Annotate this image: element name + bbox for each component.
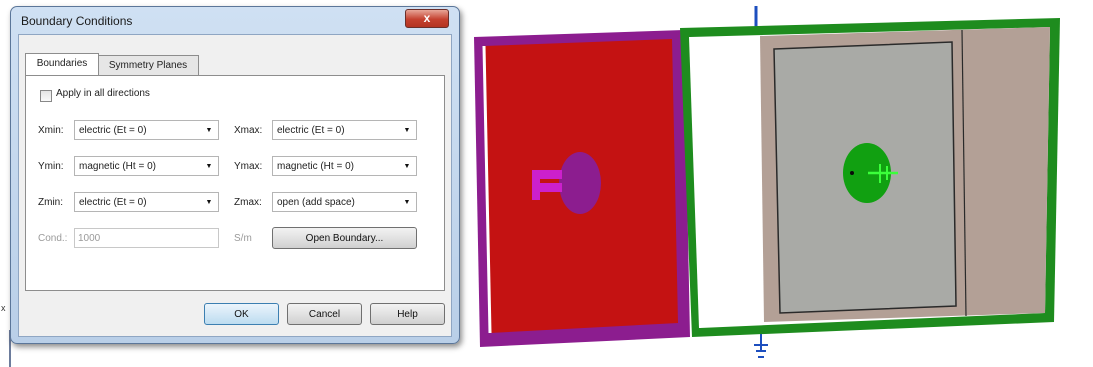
xmax-select[interactable]: electric (Et = 0) ▼ [272,120,417,140]
apply-all-directions-checkbox[interactable] [40,90,52,102]
chevron-down-icon: ▼ [205,163,213,170]
3d-model-view[interactable] [470,0,1093,367]
ok-button[interactable]: OK [204,303,279,325]
zmin-select[interactable]: electric (Et = 0) ▼ [74,192,219,212]
cond-label: Cond.: [38,233,68,244]
zmin-label: Zmin: [38,197,63,208]
ymax-select[interactable]: magnetic (Ht = 0) ▼ [272,156,417,176]
boundary-conditions-dialog: Boundary Conditions x Boundaries Symmetr… [10,6,460,344]
3d-model-canvas [474,6,1060,358]
ymin-label: Ymin: [38,161,64,172]
feed-stub [532,175,540,200]
tab-boundaries[interactable]: Boundaries [25,53,99,75]
ymax-label: Ymax: [234,161,263,172]
cond-input[interactable]: 1000 [74,228,219,248]
dialog-client-area: Boundaries Symmetry Planes Apply in all … [18,34,452,337]
apply-all-directions-label: Apply in all directions [56,88,150,99]
chevron-down-icon: ▼ [205,127,213,134]
chevron-down-icon: ▼ [403,163,411,170]
xmax-label: Xmax: [234,125,263,136]
chevron-down-icon: ▼ [205,199,213,206]
chevron-down-icon: ▼ [403,199,411,206]
open-boundary-button[interactable]: Open Boundary... [272,227,417,249]
axis-marker-label: x [1,303,6,313]
xmin-value: electric (Et = 0) [79,125,147,136]
xmin-label: Xmin: [38,125,64,136]
cancel-button[interactable]: Cancel [287,303,362,325]
tab-symmetry-planes[interactable]: Symmetry Planes [97,55,199,75]
close-icon: x [423,11,431,25]
zmax-select[interactable]: open (add space) ▼ [272,192,417,212]
chevron-down-icon: ▼ [403,127,411,134]
help-button[interactable]: Help [370,303,445,325]
xmin-select[interactable]: electric (Et = 0) ▼ [74,120,219,140]
ymin-value: magnetic (Ht = 0) [79,161,156,172]
port-circle [559,152,601,214]
zmax-label: Zmax: [234,197,262,208]
ymax-value: magnetic (Ht = 0) [277,161,354,172]
boundaries-panel: Apply in all directions Xmin: electric (… [25,75,445,291]
ymin-select[interactable]: magnetic (Ht = 0) ▼ [74,156,219,176]
close-button[interactable]: x [405,9,449,28]
title-bar[interactable]: Boundary Conditions x [11,7,459,35]
zmin-value: electric (Et = 0) [79,197,147,208]
xmax-value: electric (Et = 0) [277,125,345,136]
cond-unit-label: S/m [234,233,252,244]
dialog-title: Boundary Conditions [21,14,133,28]
zmax-value: open (add space) [277,197,355,208]
